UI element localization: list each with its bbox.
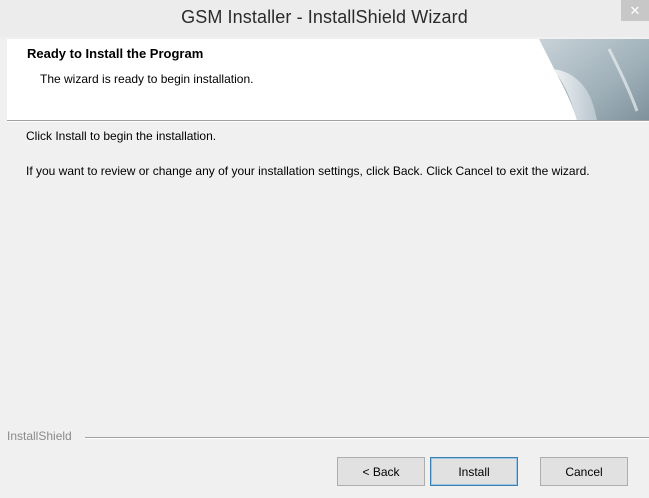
close-icon: ✕ [629, 2, 641, 18]
header-panel: Ready to Install the Program The wizard … [7, 39, 649, 120]
back-button[interactable]: < Back [337, 457, 425, 486]
review-settings-text: If you want to review or change any of y… [26, 164, 590, 178]
header-title: Ready to Install the Program [27, 46, 204, 61]
installshield-brand-label: InstallShield [7, 429, 76, 443]
page-curl-icon [539, 39, 649, 120]
header-subtitle: The wizard is ready to begin installatio… [40, 72, 254, 86]
header-divider [7, 120, 649, 122]
close-button[interactable]: ✕ [621, 0, 649, 21]
installshield-wizard-window: GSM Installer - InstallShield Wizard ✕ R… [0, 0, 649, 498]
window-title: GSM Installer - InstallShield Wizard [181, 7, 468, 27]
title-bar[interactable]: GSM Installer - InstallShield Wizard ✕ [0, 0, 649, 37]
footer-divider [85, 437, 649, 439]
instruction-text: Click Install to begin the installation. [26, 129, 217, 143]
cancel-button[interactable]: Cancel [540, 457, 628, 486]
install-button[interactable]: Install [430, 457, 518, 486]
